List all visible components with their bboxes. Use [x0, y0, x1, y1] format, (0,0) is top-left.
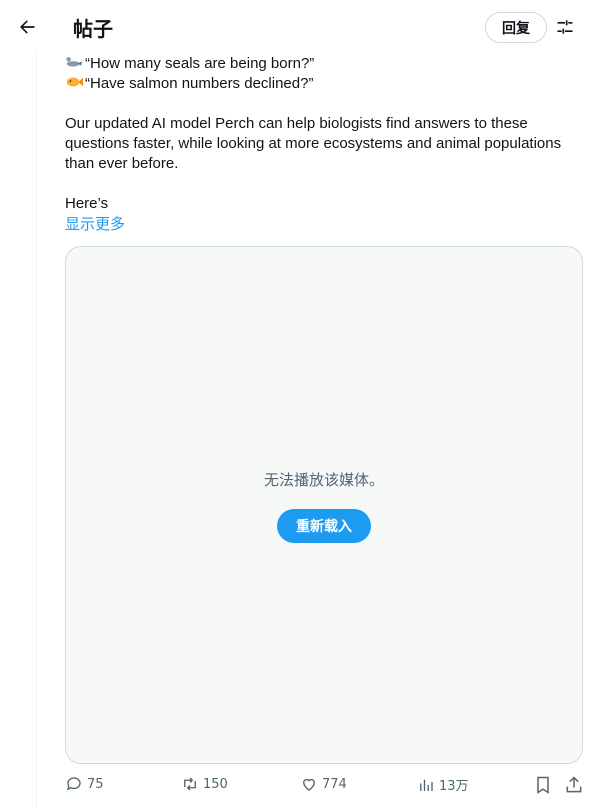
- reply-action[interactable]: 75: [65, 775, 104, 793]
- post-line-seals-text: “How many seals are being born?”: [85, 55, 315, 72]
- bookmark-icon: [537, 776, 549, 794]
- heart-icon: [303, 778, 315, 791]
- page-title: 帖子: [73, 17, 113, 41]
- show-more-link[interactable]: 显示更多: [65, 214, 125, 234]
- arrow-left-icon: [20, 20, 35, 34]
- like-count: 774: [322, 776, 347, 792]
- repost-count: 150: [203, 776, 228, 792]
- post-line-salmon: “Have salmon numbers declined?”: [65, 73, 313, 94]
- post-line-seals: “How many seals are being born?”: [65, 53, 314, 74]
- post-paragraph: Our updated AI model Perch can help biol…: [65, 115, 562, 172]
- action-bar: 75 150 774 13万: [0, 772, 599, 802]
- bar-chart-icon: [420, 779, 433, 791]
- share-icon: [566, 776, 582, 793]
- post-truncated-text: Here’s: [65, 195, 109, 212]
- thread-line: [36, 0, 37, 808]
- bookmark-button[interactable]: [533, 775, 553, 795]
- like-action[interactable]: 774: [300, 775, 347, 793]
- fish-emoji-icon: [66, 77, 83, 87]
- repost-icon: [184, 777, 196, 791]
- post-line-salmon-text: “Have salmon numbers declined?”: [85, 75, 314, 92]
- seal-emoji-icon: [66, 57, 83, 67]
- top-bar: 帖子 回复: [0, 0, 599, 53]
- sliders-icon: [557, 20, 573, 34]
- share-button[interactable]: [564, 775, 584, 795]
- back-button[interactable]: [8, 8, 46, 46]
- settings-button[interactable]: [553, 15, 577, 39]
- media-error-message: 无法播放该媒体。: [263, 471, 384, 489]
- media-container: 无法播放该媒体。 重新载入: [65, 246, 583, 764]
- views-action[interactable]: 13万: [417, 775, 469, 794]
- repost-action[interactable]: 150: [181, 775, 228, 793]
- comment-icon: [66, 777, 81, 791]
- reply-button[interactable]: 回复: [485, 12, 547, 43]
- views-count: 13万: [439, 779, 469, 794]
- reload-button[interactable]: 重新载入: [277, 509, 371, 543]
- reply-count: 75: [87, 776, 104, 792]
